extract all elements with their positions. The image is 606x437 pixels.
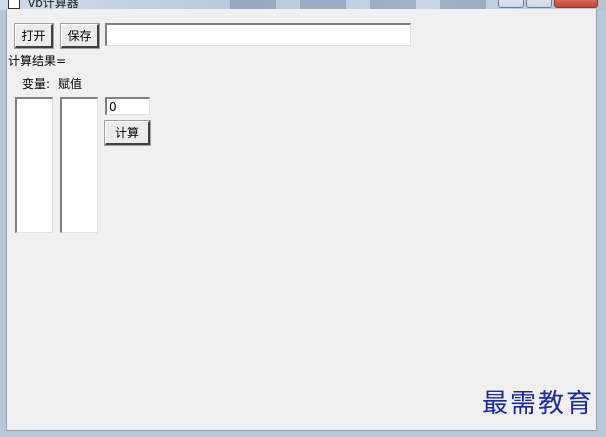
result-label: 计算结果= <box>8 54 67 68</box>
file-path-input[interactable] <box>105 23 411 46</box>
value-input[interactable]: 0 <box>105 97 150 115</box>
form-client-area: 打开 保存 计算结果= 变量: 赋值 0 计算 最需教育 <box>6 9 597 431</box>
close-button[interactable] <box>554 0 598 8</box>
assign-header: 赋值 <box>58 77 83 91</box>
watermark-logo: 最需教育 <box>481 389 594 419</box>
minimize-button[interactable] <box>498 0 524 8</box>
app-icon <box>8 0 20 9</box>
calculate-button[interactable]: 计算 <box>104 120 151 146</box>
variable-header: 变量: <box>22 77 51 91</box>
value-input-text: 0 <box>109 100 117 114</box>
open-button[interactable]: 打开 <box>14 23 54 49</box>
values-listbox[interactable] <box>60 97 98 233</box>
maximize-button[interactable] <box>526 0 552 8</box>
variables-listbox[interactable] <box>15 97 53 233</box>
save-button[interactable]: 保存 <box>60 23 100 49</box>
window-controls <box>498 0 598 8</box>
